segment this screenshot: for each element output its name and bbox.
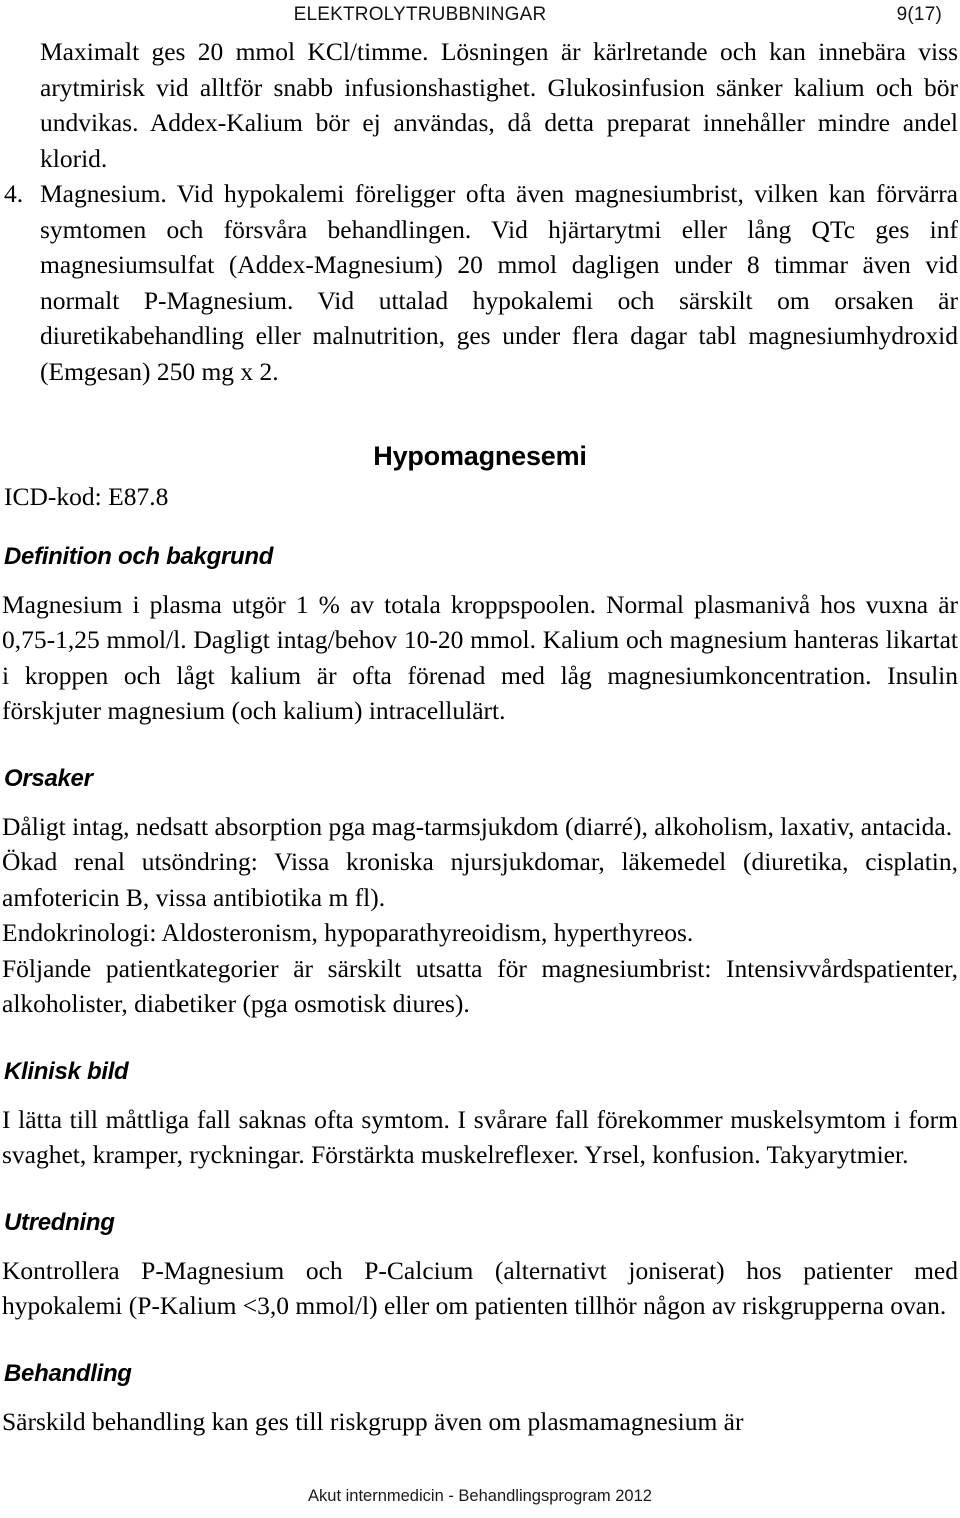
page-header: ELEKTROLYTRUBBNINGAR 9(17) bbox=[2, 0, 958, 34]
page-title: Hypomagnesemi bbox=[373, 441, 587, 471]
document-page: ELEKTROLYTRUBBNINGAR 9(17) Maximalt ges … bbox=[0, 0, 960, 1518]
section-heading-utredning: Utredning bbox=[4, 1208, 115, 1236]
header-page-number: 9(17) bbox=[896, 4, 942, 25]
section-paragraph: Särskild behandling kan ges till riskgru… bbox=[2, 1406, 744, 1436]
section-paragraph: Kontrollera P-Magnesium och P-Calcium (a… bbox=[2, 1255, 958, 1321]
list-item-text: Magnesium. Vid hypokalemi föreligger oft… bbox=[40, 179, 958, 386]
section-heading-klinisk-bild: Klinisk bild bbox=[4, 1057, 129, 1085]
chapter-title-row: Hypomagnesemi bbox=[2, 441, 958, 479]
section-heading-orsaker: Orsaker bbox=[4, 764, 93, 792]
list-item: 4. Magnesium. Vid hypokalemi föreligger … bbox=[2, 176, 958, 389]
page-footer: Akut internmedicin - Behandlingsprogram … bbox=[308, 1487, 652, 1505]
numbered-list-block: Maximalt ges 20 mmol KCl/timme. Lösninge… bbox=[2, 34, 958, 389]
section-heading-definition: Definition och bakgrund bbox=[4, 542, 274, 570]
section-paragraph: Ökad renal utsöndring: Vissa kroniska nj… bbox=[2, 847, 958, 912]
section-paragraph: Dåligt intag, nedsatt absorption pga mag… bbox=[2, 811, 953, 841]
continued-paragraph: Maximalt ges 20 mmol KCl/timme. Lösninge… bbox=[40, 37, 958, 173]
section-heading-behandling: Behandling bbox=[4, 1359, 132, 1387]
header-document-title: ELEKTROLYTRUBBNINGAR bbox=[293, 4, 547, 25]
icd-code-line: ICD-kod: E87.8 bbox=[4, 482, 169, 511]
section-paragraph: Magnesium i plasma utgör 1 % av totala k… bbox=[2, 589, 958, 726]
section-paragraph: I lätta till måttliga fall saknas ofta s… bbox=[2, 1104, 958, 1170]
section-paragraph: Endokrinologi: Aldosteronism, hypoparath… bbox=[2, 918, 694, 947]
section-paragraph: Följande patientkategorier är särskilt u… bbox=[2, 953, 958, 1019]
list-item-marker: 4. bbox=[4, 179, 24, 208]
